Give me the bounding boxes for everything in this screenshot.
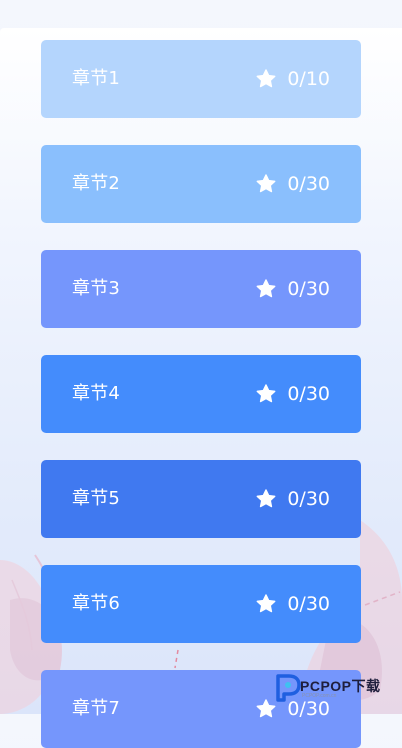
chapter-card-3[interactable]: 章节3 0/30 [41,250,361,328]
chapter-name: 章节2 [72,173,121,194]
star-icon [256,279,276,298]
site-watermark: PCPOP下载 PCPOP.com.cn [272,670,396,704]
chapter-name: 章节3 [72,278,121,299]
chapter-name: 章节7 [72,698,121,719]
chapter-score: 0/30 [287,488,330,510]
chapter-score: 0/30 [287,383,330,405]
chapter-name: 章节5 [72,488,121,509]
chapter-score-group: 0/30 [255,460,330,538]
chapter-card-1[interactable]: 章节1 0/10 [41,40,361,118]
chapter-score: 0/30 [287,593,330,615]
chapter-score-group: 0/30 [255,250,330,328]
chapter-score-group: 0/10 [255,40,330,118]
chapter-name: 章节1 [72,68,121,89]
watermark-sub: PCPOP.com.cn [302,693,337,699]
star-icon [256,489,276,508]
chapter-score-group: 0/30 [255,565,330,643]
chapter-name: 章节4 [72,383,121,404]
chapter-name: 章节6 [72,593,121,614]
star-icon [256,384,276,403]
chapter-card-4[interactable]: 章节4 0/30 [41,355,361,433]
chapter-score-group: 0/30 [255,355,330,433]
chapter-card-5[interactable]: 章节5 0/30 [41,460,361,538]
watermark-logo-icon [276,674,301,702]
star-icon [256,69,276,88]
chapter-score: 0/30 [287,173,330,195]
star-icon [256,174,276,193]
chapter-card-2[interactable]: 章节2 0/30 [41,145,361,223]
chapter-score: 0/10 [287,68,330,90]
chapter-score: 0/30 [287,278,330,300]
chapter-score-group: 0/30 [255,145,330,223]
star-icon [256,594,276,613]
chapter-card-6[interactable]: 章节6 0/30 [41,565,361,643]
